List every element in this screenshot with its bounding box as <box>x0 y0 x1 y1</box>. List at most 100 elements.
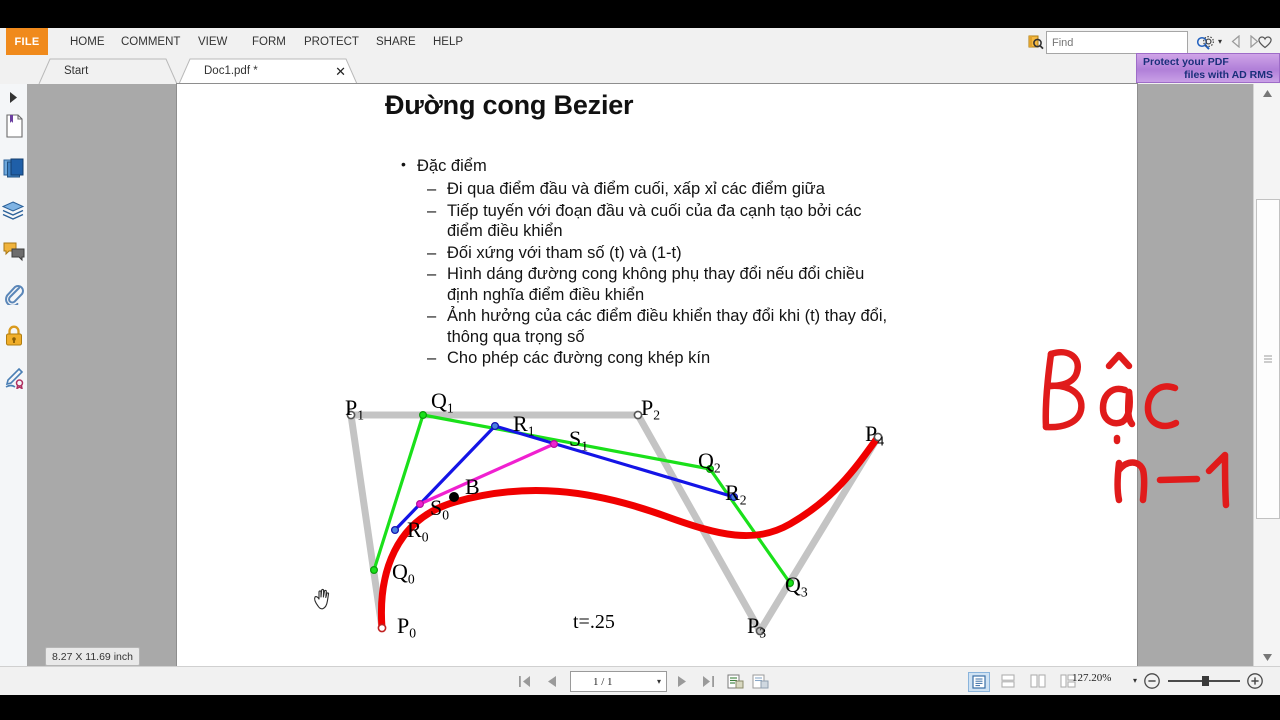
heart-icon <box>1258 36 1272 49</box>
triangle-left-icon <box>1231 35 1240 48</box>
fit-page-button[interactable] <box>725 672 745 690</box>
vertical-scrollbar[interactable] <box>1253 84 1280 666</box>
favorites-button[interactable] <box>1256 33 1274 51</box>
page-thumbnails-icon <box>3 158 23 178</box>
figure-label-r0: R0 <box>407 517 429 545</box>
figure-label-r1: R1 <box>513 411 535 439</box>
layers-panel-icon <box>2 201 25 220</box>
subscript: 1 <box>581 438 589 454</box>
tab-doc1-pdf[interactable]: Doc1.pdf * ✕ <box>178 58 358 84</box>
scroll-up-icon[interactable] <box>1254 84 1280 102</box>
scrollbar-thumb[interactable] <box>1256 199 1280 519</box>
menu-item-share[interactable]: SHARE <box>368 28 424 55</box>
figure-label-r2: R2 <box>725 480 747 508</box>
sidebar-item-page-thumbnails[interactable] <box>0 148 27 188</box>
menu-item-protect[interactable]: PROTECT <box>296 28 367 55</box>
letterbox-bottom <box>0 694 1280 720</box>
ink-annotation[interactable] <box>1029 328 1279 518</box>
tab-label: Doc1.pdf * <box>204 65 258 77</box>
bullet-main: Đặc điểm <box>399 156 899 176</box>
slide-bullet-list: Đặc điểm Đi qua điểm đầu và điểm cuối, x… <box>399 156 899 370</box>
first-page-button[interactable] <box>516 672 534 690</box>
page-title: Đường cong Bezier <box>385 90 634 120</box>
chevron-down-icon: ▾ <box>1217 37 1222 46</box>
subscript: 0 <box>409 625 417 641</box>
sub-bullet: Đi qua điểm đầu và điểm cuối, xấp xỉ các… <box>399 179 899 200</box>
subscript: 2 <box>653 407 661 423</box>
subscript: 0 <box>442 507 450 523</box>
sub-bullet: Đối xứng với tham số (t) và (1-t) <box>399 243 899 264</box>
page-number-field[interactable]: 1 / 1 ▾ <box>570 671 667 692</box>
figure-t-value: t=.25 <box>573 611 615 633</box>
signature-panel-icon <box>5 367 23 389</box>
sidebar-item-bookmarks[interactable] <box>0 106 27 146</box>
rail-expand-button[interactable] <box>0 88 27 106</box>
sidebar-item-layers[interactable] <box>0 190 27 230</box>
menu-item-help[interactable]: HELP <box>425 28 471 55</box>
close-icon[interactable]: ✕ <box>335 65 346 78</box>
bezier-diagram: P1 Q1 R1 S1 P2 Q2 R2 P4 B S0 R0 Q0 P0 Q3… <box>335 388 915 654</box>
nav-prev-button[interactable] <box>1228 33 1244 50</box>
subscript: 1 <box>527 423 535 439</box>
point-b-marker <box>449 492 459 502</box>
tab-start[interactable]: Start <box>38 58 178 84</box>
fit-width-icon <box>752 674 768 688</box>
zoom-out-button[interactable] <box>1143 672 1161 690</box>
book-search-icon[interactable] <box>1026 32 1045 51</box>
document-viewport[interactable]: 8.27 X 11.69 inch Đường cong Bezier Đặc … <box>27 84 1253 666</box>
prev-page-button[interactable] <box>542 672 560 690</box>
find-field[interactable] <box>1046 31 1210 54</box>
menu-item-form[interactable]: FORM <box>244 28 294 55</box>
letterbox-top <box>0 0 1280 28</box>
subscript: 3 <box>759 625 767 641</box>
figure-label-q3: Q3 <box>785 572 808 600</box>
prev-page-icon <box>547 675 556 687</box>
subscript: 2 <box>739 492 747 508</box>
zoom-slider-knob[interactable] <box>1202 676 1209 686</box>
gear-icon <box>1203 36 1214 47</box>
figure-label-b: B <box>465 474 480 499</box>
file-menu-button[interactable]: FILE <box>6 28 48 55</box>
scrollbar-grip <box>1264 354 1272 365</box>
sidebar-item-security[interactable] <box>0 316 27 356</box>
menu-item-view[interactable]: VIEW <box>190 28 235 55</box>
sub-bullet: Tiếp tuyến với đoạn đầu và cuối của đa c… <box>399 201 899 242</box>
zoom-out-icon <box>1144 673 1160 689</box>
figure-label-q1: Q1 <box>431 388 454 416</box>
zoom-in-button[interactable] <box>1246 672 1264 690</box>
subscript: 0 <box>421 529 429 545</box>
sidebar-item-attachments[interactable] <box>0 274 27 314</box>
single-page-view-button[interactable] <box>968 672 990 692</box>
chevron-down-icon[interactable]: ▾ <box>1133 676 1137 685</box>
sidebar-item-signatures[interactable] <box>0 358 27 398</box>
figure-label-p2: P2 <box>641 395 661 423</box>
facing-view-button[interactable] <box>1028 672 1048 690</box>
zoom-level-value[interactable]: 127.20% <box>1072 672 1111 684</box>
tab-strip: Start Doc1.pdf * ✕ ▾ <box>0 56 1280 85</box>
sub-bullet: Cho phép các đường cong khép kín <box>399 348 899 369</box>
comments-panel-icon <box>3 242 24 262</box>
fit-width-button[interactable] <box>750 672 770 690</box>
first-page-icon <box>519 675 530 687</box>
figure-label-s0: S0 <box>430 495 450 523</box>
sidebar-item-comments[interactable] <box>0 232 27 272</box>
search-input[interactable] <box>1047 33 1196 52</box>
menu-item-comment[interactable]: COMMENT <box>113 28 188 55</box>
promo-line-2: files with AD RMS <box>1184 68 1273 81</box>
figure-label-p0: P0 <box>397 613 417 641</box>
chevron-down-icon[interactable]: ▾ <box>635 677 661 686</box>
scroll-down-icon[interactable] <box>1254 648 1280 666</box>
continuous-view-button[interactable] <box>998 672 1018 690</box>
pdf-page[interactable]: Đường cong Bezier Đặc điểm Đi qua điểm đ… <box>177 84 1230 666</box>
figure-label-q2: Q2 <box>698 448 721 476</box>
next-page-button[interactable] <box>673 672 691 690</box>
menu-item-home[interactable]: HOME <box>62 28 113 55</box>
bookmark-panel-icon <box>5 114 23 138</box>
settings-gear-button[interactable]: ▾ <box>1201 32 1222 51</box>
promo-banner[interactable]: Protect your PDF files with AD RMS <box>1136 53 1280 83</box>
last-page-button[interactable] <box>699 672 717 690</box>
figure-label-q0: Q0 <box>392 559 415 587</box>
figure-label-p3: P3 <box>747 613 767 641</box>
figure-label-p4: P4 <box>865 421 885 449</box>
handwriting-strokes <box>1042 349 1230 509</box>
